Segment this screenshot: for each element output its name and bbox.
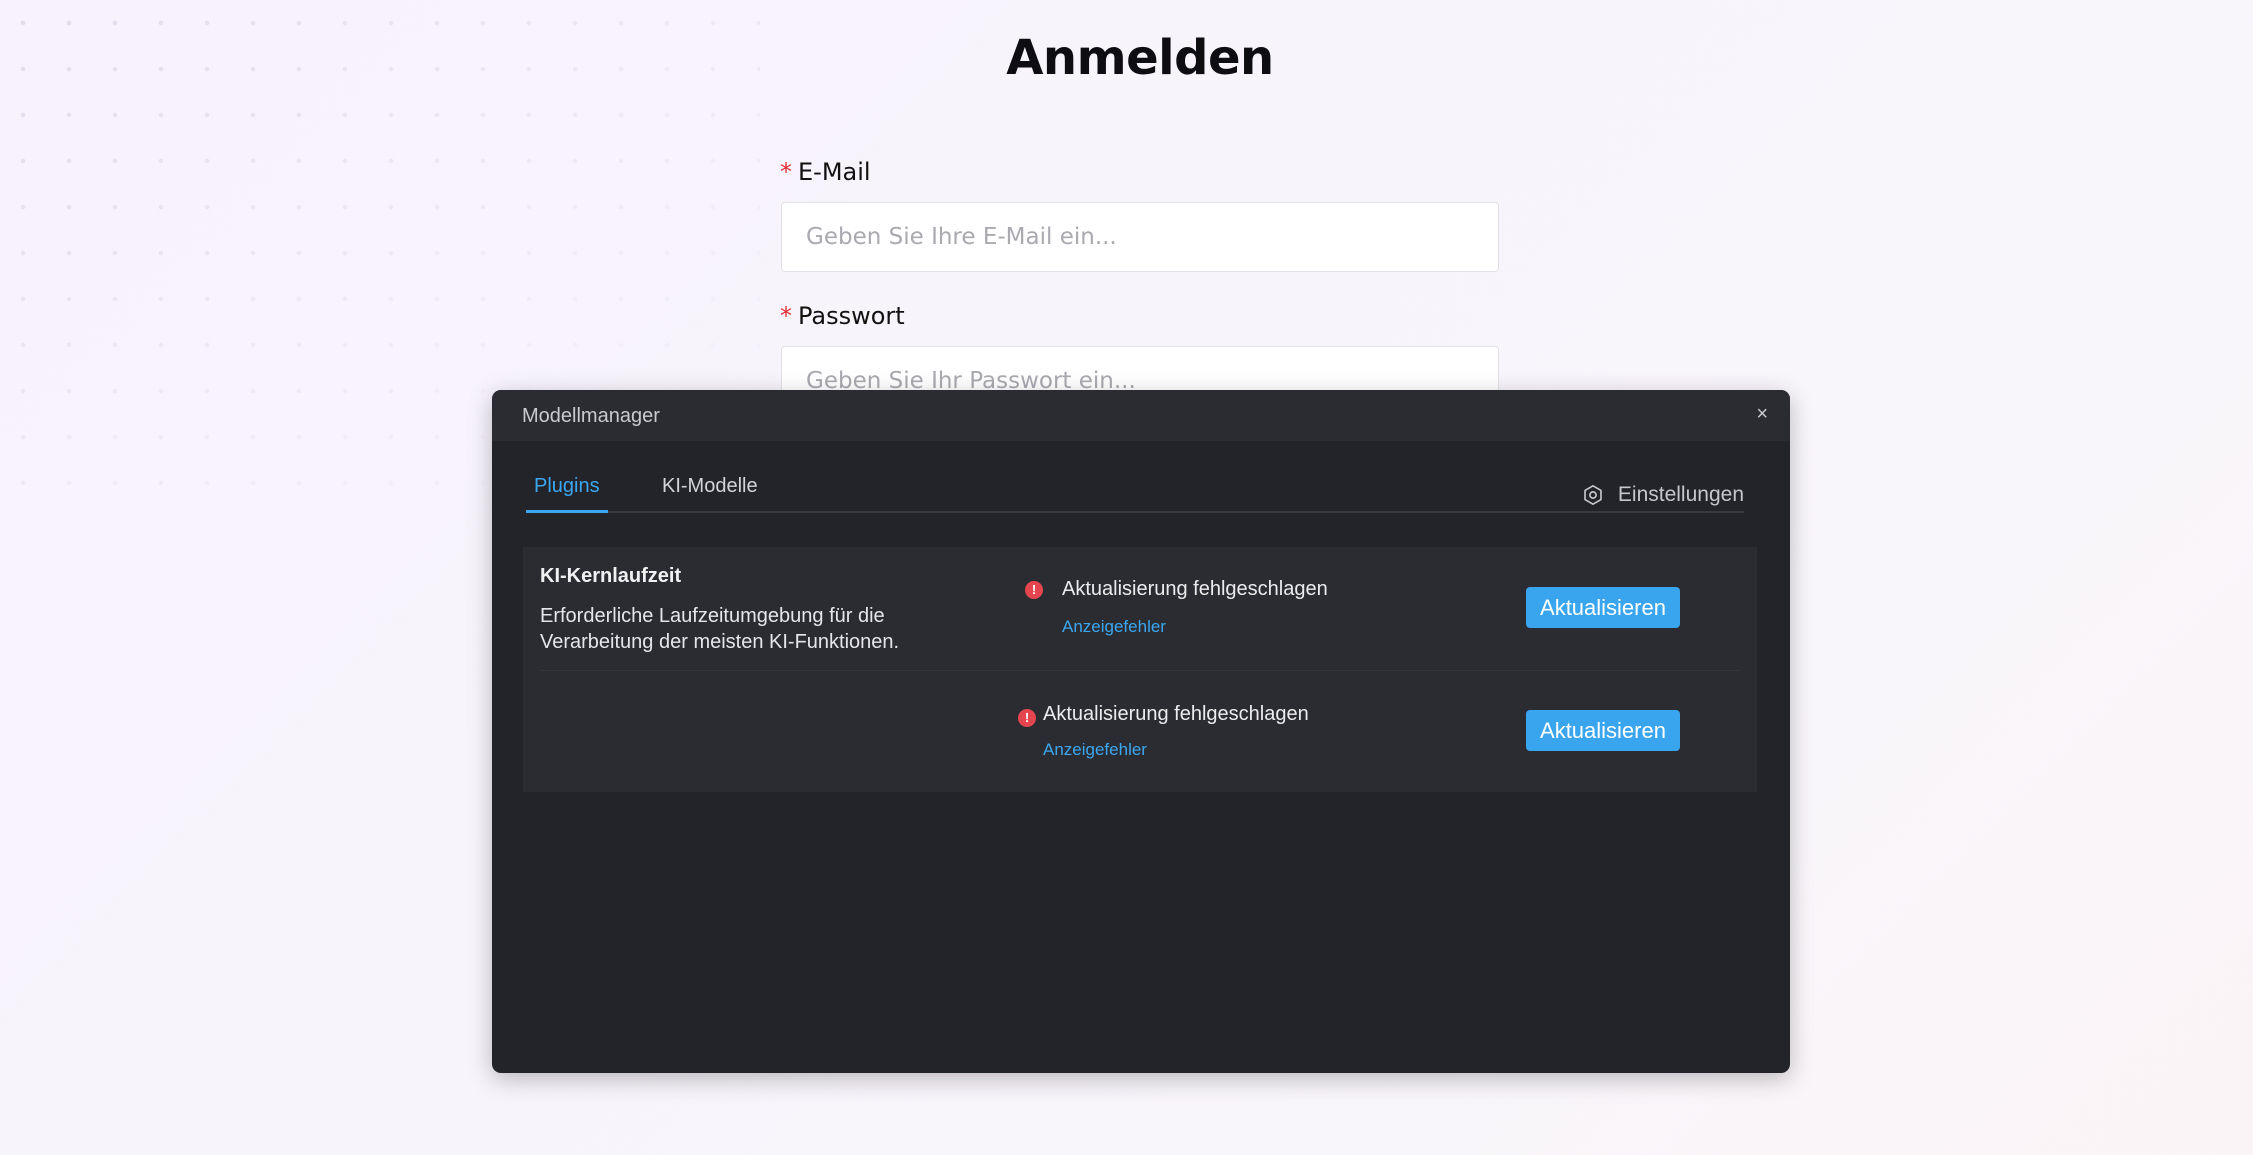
- email-label: * E-Mail: [780, 158, 871, 186]
- tab-plugins[interactable]: Plugins: [526, 475, 608, 513]
- show-error-link[interactable]: Anzeigefehler: [1062, 617, 1166, 637]
- page-title: Anmelden: [1006, 30, 1274, 86]
- show-error-link[interactable]: Anzeigefehler: [1043, 740, 1147, 760]
- required-marker: *: [780, 158, 792, 186]
- required-marker: *: [780, 302, 792, 330]
- tab-ki-modelle[interactable]: KI-Modelle: [654, 475, 766, 510]
- email-field[interactable]: [781, 202, 1499, 272]
- dialog-header: Modellmanager ×: [492, 390, 1790, 441]
- password-label-text: Passwort: [798, 302, 905, 330]
- settings-label: Einstellungen: [1617, 483, 1744, 506]
- close-icon[interactable]: ×: [1756, 404, 1768, 424]
- tab-bar: Plugins KI-Modelle Einstellungen: [526, 475, 1744, 513]
- gear-icon: [1584, 485, 1602, 505]
- error-icon: !: [1025, 581, 1043, 599]
- update-button[interactable]: Aktualisieren: [1526, 710, 1680, 751]
- password-label: * Passwort: [780, 302, 905, 330]
- plugin-card: KI-Kernlaufzeit Erforderliche Laufzeitum…: [523, 547, 1757, 792]
- plugin-name: KI-Kernlaufzeit: [540, 565, 682, 587]
- plugin-description: Erforderliche Laufzeitumgebung für die V…: [540, 605, 900, 653]
- update-status: Aktualisierung fehlgeschlagen: [1062, 578, 1328, 600]
- update-status: Aktualisierung fehlgeschlagen: [1043, 703, 1309, 725]
- update-button[interactable]: Aktualisieren: [1526, 587, 1680, 628]
- row-divider: [540, 670, 1740, 671]
- model-manager-dialog: Modellmanager × Plugins KI-Modelle Einst…: [492, 390, 1790, 1073]
- settings-button[interactable]: Einstellungen: [1582, 483, 1744, 507]
- error-icon: !: [1018, 709, 1036, 727]
- email-label-text: E-Mail: [798, 158, 871, 186]
- dialog-title: Modellmanager: [522, 405, 660, 427]
